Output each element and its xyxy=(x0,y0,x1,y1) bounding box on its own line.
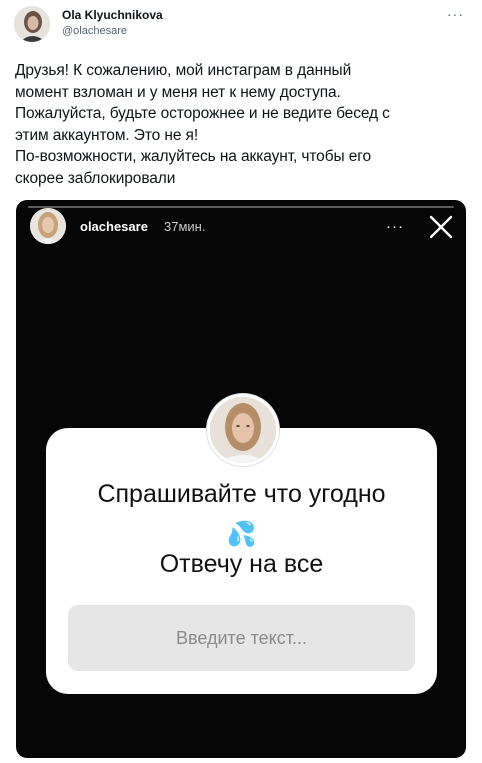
story-avatar xyxy=(30,208,66,244)
sticker-avatar-photo xyxy=(210,397,276,463)
question-line-1: Спрашивайте что угодно xyxy=(97,480,386,508)
sweat-droplets-icon: 💦 xyxy=(226,521,257,548)
author-avatar[interactable] xyxy=(14,6,50,42)
story-username: olachesare xyxy=(80,219,148,234)
tweet-text: Друзья! К сожалению, мой инстаграм в дан… xyxy=(15,62,390,187)
more-options-button[interactable]: ··· xyxy=(447,6,464,22)
story-more-icon: ··· xyxy=(386,218,404,235)
story-progress-bar xyxy=(28,206,454,208)
answer-input: Введите текст... xyxy=(68,605,415,671)
sticker-avatar xyxy=(207,394,279,466)
author-photo xyxy=(14,6,50,42)
question-sticker: Спрашивайте что угодно 💦 Отвечу на все В… xyxy=(46,428,437,694)
close-icon xyxy=(429,215,453,239)
author-name[interactable]: Ola Klyuchnikova xyxy=(62,8,163,22)
author-handle[interactable]: @olachesare xyxy=(62,25,127,37)
tweet-media-image[interactable]: olachesare 37мин. ··· Спрашивайте что уг… xyxy=(16,200,466,758)
story-time: 37мин. xyxy=(164,219,206,234)
question-line-2: Отвечу на все xyxy=(159,550,324,578)
story-avatar-photo xyxy=(30,208,66,244)
